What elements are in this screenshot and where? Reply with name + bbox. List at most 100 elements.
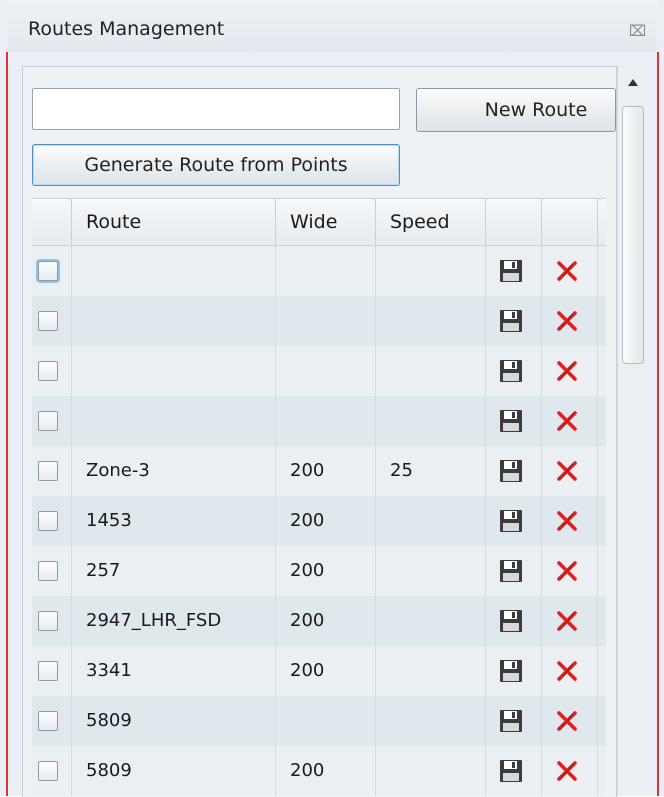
delete-icon[interactable] xyxy=(554,608,580,634)
delete-icon[interactable] xyxy=(554,458,580,484)
delete-icon[interactable] xyxy=(554,408,580,434)
generate-route-button[interactable]: Generate Route from Points xyxy=(32,144,400,186)
delete-icon[interactable] xyxy=(554,658,580,684)
row-checkbox[interactable] xyxy=(38,361,58,381)
select-cell xyxy=(32,296,72,346)
wide-cell[interactable]: 200 xyxy=(276,746,376,796)
header-wide[interactable]: Wide xyxy=(276,199,376,246)
route-cell[interactable]: Zone-3 xyxy=(72,446,276,496)
save-icon[interactable] xyxy=(498,558,524,584)
route-cell[interactable]: 5809 xyxy=(72,696,276,746)
save-icon[interactable] xyxy=(498,758,524,784)
row-checkbox[interactable] xyxy=(38,661,58,681)
route-name-input[interactable] xyxy=(32,88,400,130)
save-icon[interactable] xyxy=(498,658,524,684)
grid-header: Route Wide Speed xyxy=(32,198,606,246)
wide-cell[interactable] xyxy=(276,246,376,296)
wide-cell[interactable] xyxy=(276,346,376,396)
speed-cell[interactable] xyxy=(376,246,486,296)
table-row[interactable]: 5809 xyxy=(32,696,606,746)
select-cell xyxy=(32,646,72,696)
header-select-column xyxy=(32,199,72,246)
row-checkbox[interactable] xyxy=(38,261,58,281)
select-cell xyxy=(32,596,72,646)
delete-icon[interactable] xyxy=(554,558,580,584)
delete-icon[interactable] xyxy=(554,258,580,284)
speed-cell[interactable] xyxy=(376,496,486,546)
select-cell xyxy=(32,696,72,746)
wide-cell[interactable] xyxy=(276,696,376,746)
speed-cell[interactable] xyxy=(376,396,486,446)
delete-icon[interactable] xyxy=(554,708,580,734)
save-icon[interactable] xyxy=(498,708,524,734)
window-border-left xyxy=(6,52,8,796)
wide-cell[interactable]: 200 xyxy=(276,596,376,646)
new-route-button[interactable]: New Route xyxy=(416,88,616,132)
save-icon[interactable] xyxy=(498,358,524,384)
table-row[interactable] xyxy=(32,396,606,446)
row-checkbox[interactable] xyxy=(38,711,58,731)
speed-cell[interactable] xyxy=(376,696,486,746)
route-cell[interactable]: 3341 xyxy=(72,646,276,696)
speed-cell[interactable] xyxy=(376,746,486,796)
row-checkbox[interactable] xyxy=(38,611,58,631)
select-cell xyxy=(32,746,72,796)
row-checkbox[interactable] xyxy=(38,411,58,431)
header-speed[interactable]: Speed xyxy=(376,199,486,246)
row-checkbox[interactable] xyxy=(38,461,58,481)
wide-cell[interactable] xyxy=(276,396,376,446)
table-row[interactable] xyxy=(32,346,606,396)
route-cell[interactable]: 257 xyxy=(72,546,276,596)
vertical-scrollbar[interactable] xyxy=(617,66,648,796)
routes-grid: Route Wide Speed Zone-3 200 25 1453 200 257 20… xyxy=(32,198,606,796)
select-cell xyxy=(32,246,72,296)
save-icon[interactable] xyxy=(498,508,524,534)
routes-management-window: Routes Management ⌧ New Route Generate R… xyxy=(0,0,664,797)
route-cell[interactable] xyxy=(72,346,276,396)
route-cell[interactable] xyxy=(72,396,276,446)
speed-cell[interactable] xyxy=(376,546,486,596)
table-row[interactable] xyxy=(32,246,606,296)
delete-icon[interactable] xyxy=(554,508,580,534)
speed-cell[interactable] xyxy=(376,296,486,346)
delete-icon[interactable] xyxy=(554,358,580,384)
close-icon[interactable]: ⌧ xyxy=(629,22,646,40)
route-cell[interactable]: 1453 xyxy=(72,496,276,546)
speed-cell[interactable] xyxy=(376,596,486,646)
save-icon[interactable] xyxy=(498,458,524,484)
save-icon[interactable] xyxy=(498,258,524,284)
scroll-up-icon[interactable] xyxy=(618,66,648,106)
route-cell[interactable]: 2947_LHR_FSD xyxy=(72,596,276,646)
table-row[interactable]: 1453 200 xyxy=(32,496,606,546)
speed-cell[interactable]: 25 xyxy=(376,446,486,496)
row-checkbox[interactable] xyxy=(38,511,58,531)
wide-cell[interactable]: 200 xyxy=(276,496,376,546)
table-row[interactable]: 3341 200 xyxy=(32,646,606,696)
wide-cell[interactable] xyxy=(276,296,376,346)
speed-cell[interactable] xyxy=(376,346,486,396)
header-delete-column xyxy=(542,199,598,246)
wide-cell[interactable]: 200 xyxy=(276,546,376,596)
delete-icon[interactable] xyxy=(554,308,580,334)
save-icon[interactable] xyxy=(498,308,524,334)
table-row[interactable]: 5809 200 xyxy=(32,746,606,796)
route-cell[interactable] xyxy=(72,296,276,346)
row-checkbox[interactable] xyxy=(38,761,58,781)
scrollbar-thumb[interactable] xyxy=(622,106,644,364)
wide-cell[interactable]: 200 xyxy=(276,446,376,496)
header-save-column xyxy=(486,199,542,246)
row-checkbox[interactable] xyxy=(38,561,58,581)
delete-icon[interactable] xyxy=(554,758,580,784)
wide-cell[interactable]: 200 xyxy=(276,646,376,696)
row-checkbox[interactable] xyxy=(38,311,58,331)
save-icon[interactable] xyxy=(498,408,524,434)
save-icon[interactable] xyxy=(498,608,524,634)
table-row[interactable] xyxy=(32,296,606,346)
route-cell[interactable] xyxy=(72,246,276,296)
table-row[interactable]: 2947_LHR_FSD 200 xyxy=(32,596,606,646)
route-cell[interactable]: 5809 xyxy=(72,746,276,796)
table-row[interactable]: 257 200 xyxy=(32,546,606,596)
header-route[interactable]: Route xyxy=(72,199,276,246)
table-row[interactable]: Zone-3 200 25 xyxy=(32,446,606,496)
speed-cell[interactable] xyxy=(376,646,486,696)
